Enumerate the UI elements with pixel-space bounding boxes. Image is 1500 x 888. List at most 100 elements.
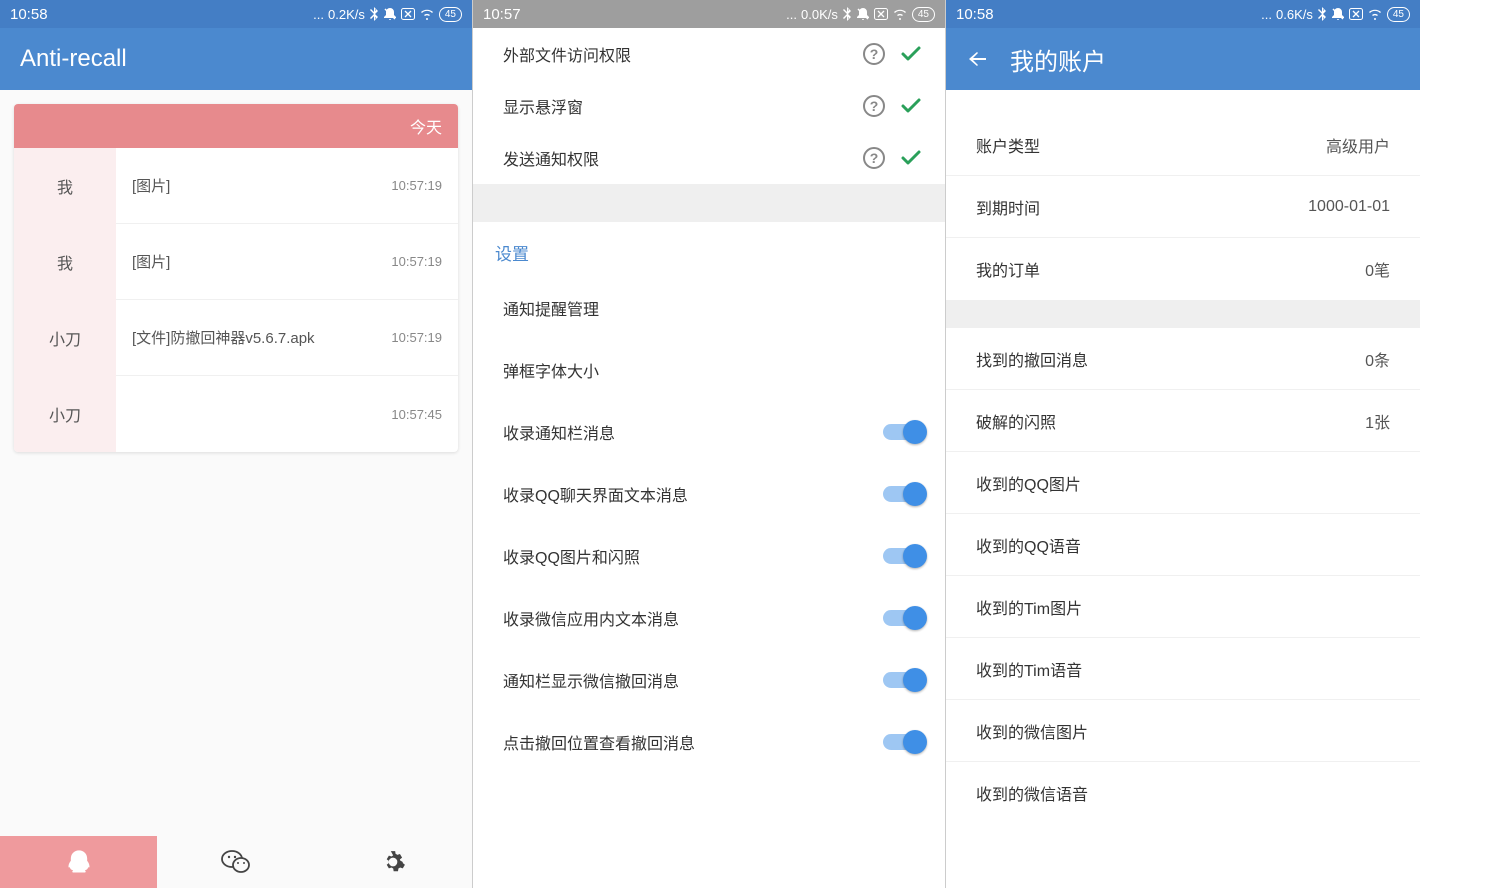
stat-row[interactable]: 收到的QQ图片 [946,452,1420,514]
stat-row[interactable]: 找到的撤回消息0条 [946,328,1420,390]
message-content: [图片] [132,175,170,196]
stat-row[interactable]: 收到的微信图片 [946,700,1420,762]
toggle-switch[interactable] [883,548,923,564]
wifi-icon [892,8,908,20]
stat-label: 收到的Tim图片 [976,595,1082,619]
permission-label: 显示悬浮窗 [503,94,583,118]
back-button[interactable] [966,47,990,71]
account-row[interactable]: 到期时间 1000-01-01 [946,176,1420,238]
check-icon [899,42,923,66]
dots-icon: ... [313,7,324,22]
account-label: 账户类型 [976,133,1040,157]
message-row[interactable]: 我 [图片] 10:57:19 [14,148,458,224]
bottom-tabbar [0,836,472,888]
account-value: 1000-01-01 [1308,198,1390,216]
setting-row[interactable]: 收录通知栏消息 [473,401,945,463]
stat-row[interactable]: 收到的微信语音 [946,762,1420,824]
toggle-switch[interactable] [883,672,923,688]
permission-row[interactable]: 发送通知权限? [473,132,945,184]
permission-label: 发送通知权限 [503,146,599,170]
app-title: Anti-recall [20,45,127,73]
arrow-left-icon [966,47,990,71]
page-title: 我的账户 [1010,42,1106,77]
close-box-icon [401,8,415,20]
message-sender: 我 [14,224,116,300]
network-speed: 0.2K/s [328,7,365,22]
tab-settings[interactable] [315,836,472,888]
permission-row[interactable]: 外部文件访问权限? [473,28,945,80]
bluetooth-icon [369,7,379,21]
status-indicators: ... 0.0K/s 45 [786,7,935,22]
account-value: 0笔 [1365,257,1390,281]
status-time: 10:57 [483,6,521,23]
stat-label: 收到的QQ语音 [976,533,1081,557]
status-bar: 10:58 ... 0.2K/s 45 [0,0,472,28]
stat-row[interactable]: 收到的Tim语音 [946,638,1420,700]
dots-icon: ... [786,7,797,22]
setting-label: 点击撤回位置查看撤回消息 [503,730,695,754]
account-row[interactable]: 账户类型 高级用户 [946,114,1420,176]
message-sender: 我 [14,148,116,224]
status-time: 10:58 [10,6,48,23]
toggle-switch[interactable] [883,610,923,626]
today-header: 今天 [14,104,458,148]
status-indicators: ... 0.2K/s 45 [313,7,462,22]
wifi-icon [419,8,435,20]
message-content: [图片] [132,251,170,272]
mute-icon [383,7,397,21]
message-time: 10:57:19 [391,178,442,193]
bluetooth-icon [842,7,852,21]
setting-row[interactable]: 弹框字体大小 [473,339,945,401]
message-time: 10:57:19 [391,330,442,345]
account-label: 我的订单 [976,257,1040,281]
status-time: 10:58 [956,6,994,23]
network-speed: 0.6K/s [1276,7,1313,22]
setting-label: 收录QQ图片和闪照 [503,544,640,568]
status-bar: 10:58 ... 0.6K/s 45 [946,0,1420,28]
stat-row[interactable]: 破解的闪照1张 [946,390,1420,452]
message-row[interactable]: 我[图片]10:57:19 [14,224,458,300]
messages-card: 今天 我[图片]10:57:19我[图片]10:57:19小刀[文件]防撤回神器… [14,104,458,452]
message-row[interactable]: 小刀[文件]防撤回神器v5.6.7.apk10:57:19 [14,300,458,376]
help-icon[interactable]: ? [863,43,885,65]
toggle-switch[interactable] [883,734,923,750]
settings-header: 设置 [473,222,945,277]
gear-icon [380,849,406,875]
screen-messages: 10:58 ... 0.2K/s 45 Anti-recall 今天 我 [图片]… [0,0,473,888]
account-value: 高级用户 [1326,133,1390,157]
setting-row[interactable]: 点击撤回位置查看撤回消息 [473,711,945,773]
stat-value: 0条 [1365,347,1390,371]
network-speed: 0.0K/s [801,7,838,22]
toggle-switch[interactable] [883,424,923,440]
stat-row[interactable]: 收到的Tim图片 [946,576,1420,638]
setting-row[interactable]: 通知栏显示微信撤回消息 [473,649,945,711]
setting-row[interactable]: 收录QQ图片和闪照 [473,525,945,587]
setting-row[interactable]: 收录微信应用内文本消息 [473,587,945,649]
section-divider [473,184,945,222]
appbar: Anti-recall [0,28,472,90]
setting-label: 通知提醒管理 [503,296,599,320]
dots-icon: ... [1261,7,1272,22]
toggle-switch[interactable] [883,486,923,502]
wechat-icon [221,849,251,875]
permission-row[interactable]: 显示悬浮窗? [473,80,945,132]
tab-wechat[interactable] [157,836,314,888]
account-label: 到期时间 [976,195,1040,219]
setting-label: 收录QQ聊天界面文本消息 [503,482,688,506]
stat-label: 收到的微信语音 [976,781,1088,805]
battery-level: 45 [439,7,462,22]
setting-label: 弹框字体大小 [503,358,599,382]
wifi-icon [1367,8,1383,20]
help-icon[interactable]: ? [863,95,885,117]
stat-label: 收到的Tim语音 [976,657,1082,681]
setting-row[interactable]: 通知提醒管理 [473,277,945,339]
stat-row[interactable]: 收到的QQ语音 [946,514,1420,576]
account-row[interactable]: 我的订单 0笔 [946,238,1420,300]
message-row[interactable]: 小刀10:57:45 [14,376,458,452]
qq-icon [65,848,93,876]
help-icon[interactable]: ? [863,147,885,169]
setting-row[interactable]: 收录QQ聊天界面文本消息 [473,463,945,525]
tab-qq[interactable] [0,836,157,888]
message-time: 10:57:45 [391,407,442,422]
setting-label: 收录微信应用内文本消息 [503,606,679,630]
